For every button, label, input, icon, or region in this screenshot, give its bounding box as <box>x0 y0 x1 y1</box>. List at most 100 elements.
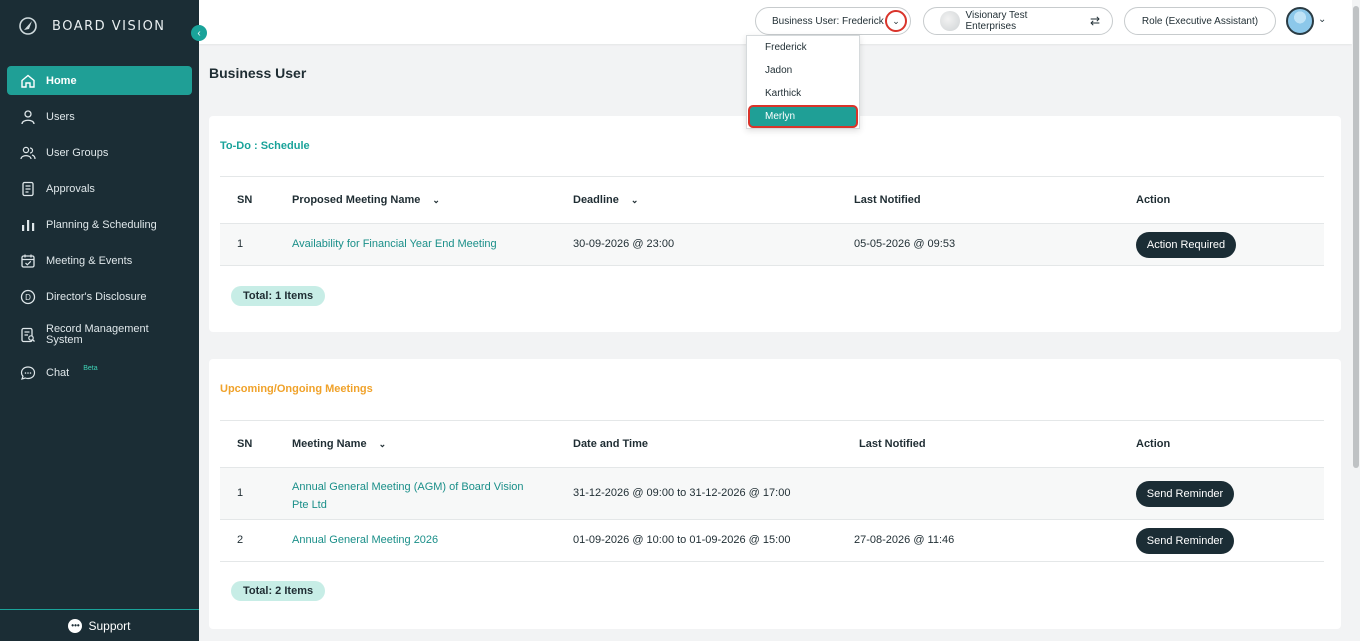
sort-chevron-icon[interactable]: ⌄ <box>432 195 440 206</box>
sidebar-item-label: Chat <box>46 367 70 379</box>
business-user-label: Business User: Frederick <box>772 15 884 27</box>
chevron-down-icon[interactable]: ⌄ <box>885 10 907 32</box>
sidebar-item-directors-disclosure[interactable]: D Director's Disclosure <box>0 279 199 315</box>
dropdown-option[interactable]: Karthick <box>747 82 859 105</box>
dropdown-option[interactable]: Frederick <box>747 36 859 59</box>
cell-sn: 2 <box>237 534 244 546</box>
column-header-name[interactable]: Proposed Meeting Name ⌄ <box>292 194 440 206</box>
chat-icon <box>20 365 36 381</box>
sidebar-nav: Home Users User Groups Approvals Plannin… <box>0 62 199 391</box>
column-header-action: Action <box>1136 194 1170 206</box>
header-label: Last Notified <box>859 438 926 450</box>
cell-last-notified: 27-08-2026 @ 11:46 <box>854 534 955 546</box>
document-icon <box>20 181 36 197</box>
todo-schedule-card: To-Do : Schedule SN Proposed Meeting Nam… <box>209 116 1341 332</box>
sidebar-item-label: User Groups <box>46 147 109 159</box>
column-header-action: Action <box>1136 438 1170 450</box>
business-user-selector[interactable]: Business User: Frederick ⌄ <box>755 7 911 35</box>
upcoming-table: SN Meeting Name ⌄ Date and Time Last Noti… <box>220 420 1324 562</box>
sidebar-item-label: Users <box>46 111 75 123</box>
action-required-button[interactable]: Action Required <box>1136 232 1236 258</box>
meeting-name-line: Annual General Meeting (AGM) of Board Vi… <box>292 481 524 493</box>
page-title: Business User <box>209 65 307 81</box>
sidebar-item-label: Record Management System <box>46 323 149 346</box>
table-header: SN Meeting Name ⌄ Date and Time Last Noti… <box>220 420 1324 468</box>
card-title: Upcoming/Ongoing Meetings <box>220 383 373 395</box>
cell-last-notified: 05-05-2026 @ 09:53 <box>854 238 956 250</box>
sidebar-collapse-button[interactable]: ‹ <box>191 25 207 41</box>
sort-chevron-icon[interactable]: ⌄ <box>631 195 639 206</box>
chevron-left-icon: ‹ <box>197 27 201 39</box>
support-chat-icon: ••• <box>68 618 83 633</box>
sidebar: BOARD VISION Home Users User Groups Appr… <box>0 0 199 641</box>
meeting-link[interactable]: Availability for Financial Year End Meet… <box>292 238 497 250</box>
dropdown-option-highlighted[interactable]: Merlyn <box>748 105 858 128</box>
table-row: 1 Annual General Meeting (AGM) of Board … <box>220 468 1324 520</box>
cell-datetime: 01-09-2026 @ 10:00 to 01-09-2026 @ 15:00 <box>573 534 791 546</box>
home-icon <box>20 73 36 89</box>
sidebar-item-label: Meeting & Events <box>46 255 133 267</box>
sidebar-item-meeting-events[interactable]: Meeting & Events <box>0 243 199 279</box>
cell-deadline: 30-09-2026 @ 23:00 <box>573 238 675 250</box>
column-header-deadline[interactable]: Deadline ⌄ <box>573 194 638 206</box>
table-row: 1 Availability for Financial Year End Me… <box>220 224 1324 266</box>
cell-datetime: 31-12-2026 @ 09:00 to 31-12-2026 @ 17:00 <box>573 487 791 499</box>
sidebar-item-record-management[interactable]: Record Management System <box>0 315 199 355</box>
header-label: Action <box>1136 194 1171 206</box>
record-search-icon <box>20 327 36 343</box>
send-reminder-button[interactable]: Send Reminder <box>1136 528 1234 554</box>
sidebar-item-planning-scheduling[interactable]: Planning & Scheduling <box>0 207 199 243</box>
support-button[interactable]: ••• Support <box>0 609 199 641</box>
table-row: 2 Annual General Meeting 2026 01-09-2026… <box>220 520 1324 562</box>
meeting-link[interactable]: Annual General Meeting (AGM) of Board Vi… <box>292 478 524 514</box>
sidebar-item-user-groups[interactable]: User Groups <box>0 135 199 171</box>
role-label: Role (Executive Assistant) <box>1141 15 1259 27</box>
brand[interactable]: BOARD VISION <box>18 16 166 36</box>
header-label: Last Notified <box>854 194 921 206</box>
sidebar-item-chat[interactable]: Chat Beta <box>0 355 199 391</box>
scrollbar-thumb[interactable] <box>1353 6 1359 468</box>
cell-sn: 1 <box>237 487 244 499</box>
chevron-down-icon[interactable]: ⌄ <box>1318 14 1326 25</box>
meeting-name-line: Pte Ltd <box>292 499 327 511</box>
header-label: SN <box>237 194 253 206</box>
column-header-sn: SN <box>237 194 252 206</box>
sidebar-item-label: Home <box>46 74 77 87</box>
header-label: Deadline <box>573 194 619 206</box>
send-reminder-button[interactable]: Send Reminder <box>1136 481 1234 507</box>
role-button[interactable]: Role (Executive Assistant) <box>1124 7 1276 35</box>
page-scrollbar[interactable] <box>1352 0 1360 641</box>
cell-sn: 1 <box>237 238 244 250</box>
business-user-dropdown: Frederick Jadon Karthick Merlyn <box>746 35 860 129</box>
meeting-link[interactable]: Annual General Meeting 2026 <box>292 534 438 546</box>
user-icon <box>20 109 36 125</box>
calendar-check-icon <box>20 253 36 269</box>
sidebar-item-label: Director's Disclosure <box>46 291 147 303</box>
total-badge: Total: 1 Items <box>231 286 326 306</box>
header-label: Meeting Name <box>292 438 367 450</box>
sidebar-item-approvals[interactable]: Approvals <box>0 171 199 207</box>
bar-chart-icon <box>20 217 36 233</box>
column-header-sn: SN <box>237 438 252 450</box>
organization-label: Visionary Test Enterprises <box>965 10 1028 32</box>
svg-text:D: D <box>25 293 31 302</box>
d-circle-icon: D <box>20 289 36 305</box>
column-header-name[interactable]: Meeting Name ⌄ <box>292 438 386 450</box>
support-label: Support <box>88 618 131 633</box>
dropdown-option[interactable]: Jadon <box>747 59 859 82</box>
upcoming-meetings-card: Upcoming/Ongoing Meetings SN Meeting Nam… <box>209 359 1341 629</box>
organization-switcher[interactable]: Visionary Test Enterprises ⇄ <box>923 7 1113 35</box>
avatar[interactable] <box>1286 7 1314 35</box>
sort-chevron-icon[interactable]: ⌄ <box>379 439 387 450</box>
sidebar-item-users[interactable]: Users <box>0 99 199 135</box>
card-title: To-Do : Schedule <box>220 140 310 152</box>
total-badge: Total: 2 Items <box>231 581 326 601</box>
header-label: Action <box>1136 438 1171 450</box>
sidebar-item-home[interactable]: Home <box>7 66 192 95</box>
users-icon <box>20 145 36 161</box>
board-vision-logo-icon <box>19 17 37 35</box>
swap-icon: ⇄ <box>1089 14 1100 28</box>
header-label: SN <box>237 438 253 450</box>
table-header: SN Proposed Meeting Name ⌄ Deadline ⌄ Last… <box>220 176 1324 224</box>
beta-badge: Beta <box>83 364 98 372</box>
